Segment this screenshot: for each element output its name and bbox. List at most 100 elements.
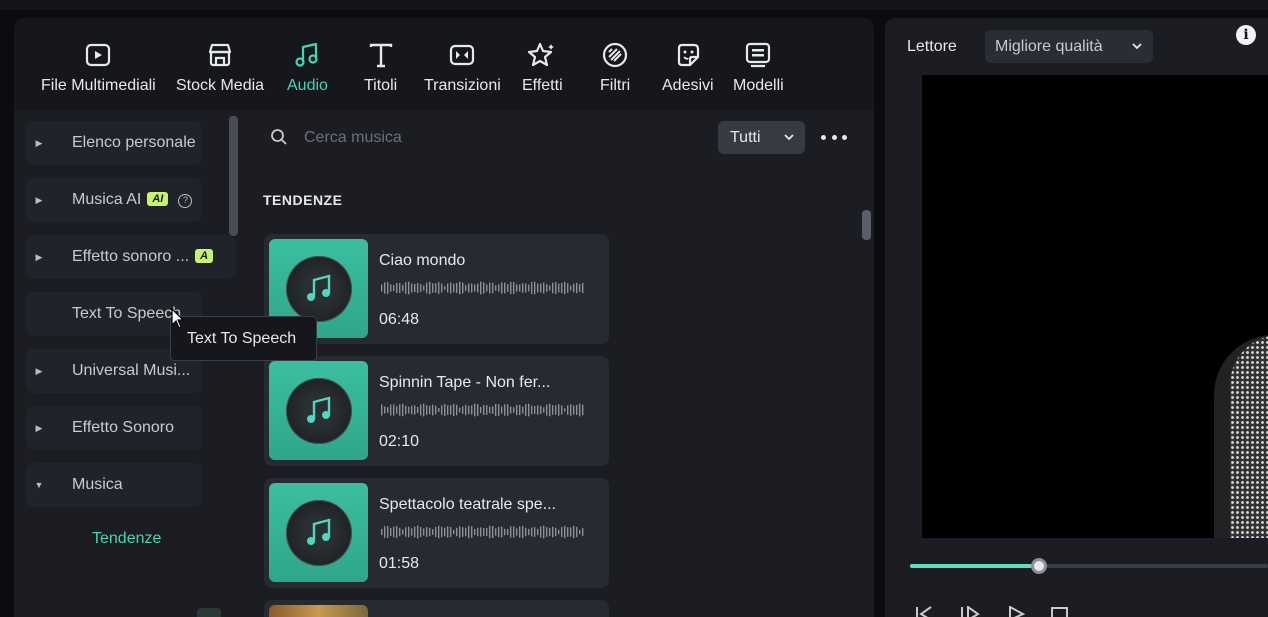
category-scrollbar[interactable] (229, 116, 238, 236)
preview-subject (1214, 335, 1268, 538)
stock-media-icon (208, 43, 232, 67)
music-note-icon (307, 274, 331, 301)
quality-value: Migliore qualità (995, 38, 1103, 55)
playhead-knob[interactable] (1030, 558, 1047, 574)
info-icon[interactable]: i (1236, 25, 1256, 45)
tab-transizioni[interactable]: Transizioni (424, 40, 501, 95)
tab-adesivi[interactable]: Adesivi (662, 40, 714, 95)
track-duration: 06:48 (379, 311, 420, 328)
chevron-down-icon (784, 134, 794, 141)
stop-icon[interactable] (1049, 606, 1071, 617)
tab-stock-media[interactable]: Stock Media (176, 40, 264, 95)
previous-frame-icon[interactable] (913, 606, 935, 617)
tab-label: Modelli (733, 77, 784, 94)
app-window: File Multimediali Stock Media Audio Tito… (0, 0, 1268, 617)
track-duration: 01:58 (379, 555, 420, 572)
chevron-right-icon: ▶ (35, 365, 43, 376)
sidebar-item-label: Effetto sonoro ... (72, 248, 190, 265)
chevron-right-icon: ▶ (35, 194, 43, 205)
track-thumbnail (269, 483, 368, 582)
chevron-down-icon: ▼ (34, 480, 44, 490)
sticker-icon (677, 43, 699, 67)
filter-dropdown[interactable]: Tutti (718, 121, 805, 154)
tab-effetti[interactable]: Effetti (522, 40, 563, 95)
sidebar-item-label: Universal Musi... (72, 362, 191, 379)
step-back-icon[interactable] (959, 606, 981, 617)
sidebar-item-musica-ai[interactable]: ▶ Musica AI AI? (26, 178, 202, 222)
template-icon (746, 42, 771, 68)
section-title: TENDENZE (263, 192, 343, 208)
track-thumbnail (269, 361, 368, 460)
search-bar: Tutti (256, 118, 868, 158)
tooltip: Text To Speech (170, 316, 317, 361)
tab-label: Effetti (522, 77, 563, 94)
more-options-icon[interactable] (821, 128, 847, 146)
video-preview[interactable] (922, 75, 1268, 538)
track-thumbnail (269, 605, 368, 617)
tab-audio[interactable]: Audio (287, 40, 328, 95)
waveform (381, 403, 584, 417)
chevron-down-icon (1132, 43, 1142, 50)
collapse-handle[interactable] (197, 608, 221, 617)
track-title: Spettacolo teatrale spe... (379, 496, 556, 513)
sidebar-item-label-wrap: Effetto sonoro ... A (72, 248, 214, 266)
search-input[interactable] (304, 126, 684, 150)
chevron-right-icon: ▶ (35, 422, 43, 433)
quality-dropdown[interactable]: Migliore qualità (985, 30, 1153, 63)
mouse-cursor-icon (171, 308, 185, 329)
music-note-icon (295, 42, 319, 67)
music-track-card[interactable]: Spinnin Tape - Non fer... 02:10 (264, 356, 609, 466)
chevron-right-icon: ▶ (35, 251, 43, 262)
tab-filtri[interactable]: Filtri (600, 40, 630, 95)
list-scrollbar[interactable] (862, 210, 871, 240)
sidebar-item-musica[interactable]: ▼ Musica (26, 463, 202, 507)
tab-label: Transizioni (424, 77, 501, 94)
search-icon (271, 129, 287, 145)
player-label: Lettore (907, 38, 957, 55)
tab-modelli[interactable]: Modelli (733, 40, 784, 95)
track-duration: 02:10 (379, 433, 420, 450)
tooltip-text: Text To Speech (187, 330, 297, 347)
track-title: Ciao mondo (379, 252, 466, 269)
sidebar-item-effetto-sonoro[interactable]: ▶ Effetto Sonoro (26, 406, 202, 450)
media-library-panel: File Multimediali Stock Media Audio Tito… (14, 18, 874, 617)
top-bar (0, 0, 1268, 10)
waveform (381, 525, 584, 539)
playback-progress (910, 564, 1039, 568)
transition-icon (450, 44, 475, 66)
sidebar-item-label: Effetto Sonoro (72, 419, 174, 436)
sidebar-item-effetto-sonoro-ai[interactable]: ▶ Effetto sonoro ... A (26, 235, 236, 279)
sidebar-item-elenco-personale[interactable]: ▶ Elenco personale (26, 121, 202, 165)
filter-value: Tutti (730, 129, 761, 146)
sidebar-item-label-wrap: Musica AI AI? (72, 191, 193, 209)
track-title: Spinnin Tape - Non fer... (379, 374, 551, 391)
effects-sparkle-icon (528, 42, 555, 67)
sidebar-item-label: Musica AI (72, 191, 142, 208)
player-panel: Lettore Migliore qualità i (885, 18, 1268, 617)
ai-badge: A (195, 249, 214, 263)
music-track-card[interactable] (264, 600, 609, 617)
tab-label: Titoli (364, 77, 398, 94)
music-note-icon (307, 518, 331, 545)
sidebar-item-label: Musica (72, 476, 123, 493)
playback-slider[interactable] (910, 558, 1268, 574)
media-file-icon (86, 43, 111, 67)
sidebar-item-label: Elenco personale (72, 134, 196, 151)
help-icon[interactable]: ? (178, 194, 193, 208)
tab-titoli[interactable]: Titoli (364, 40, 397, 95)
music-track-card[interactable]: Spettacolo teatrale spe... 01:58 (264, 478, 609, 588)
audio-category-list: ▶ Elenco personale ▶ Musica AI AI? ▶ Effe… (14, 110, 239, 617)
tab-label: Stock Media (176, 77, 265, 94)
tab-label: Adesivi (662, 77, 714, 94)
tab-label: Filtri (600, 77, 631, 94)
text-title-icon (369, 43, 392, 68)
filter-icon (603, 42, 628, 68)
music-note-icon (307, 396, 331, 423)
sidebar-item-label: Text To Speech (72, 305, 182, 322)
play-icon[interactable] (1005, 606, 1027, 617)
tab-file-multimediali[interactable]: File Multimediali (41, 40, 156, 95)
sidebar-subitem-tendenze[interactable]: Tendenze (92, 530, 161, 548)
tab-label: File Multimediali (41, 77, 156, 94)
tab-label: Audio (287, 77, 328, 94)
ai-badge: AI (147, 192, 169, 206)
